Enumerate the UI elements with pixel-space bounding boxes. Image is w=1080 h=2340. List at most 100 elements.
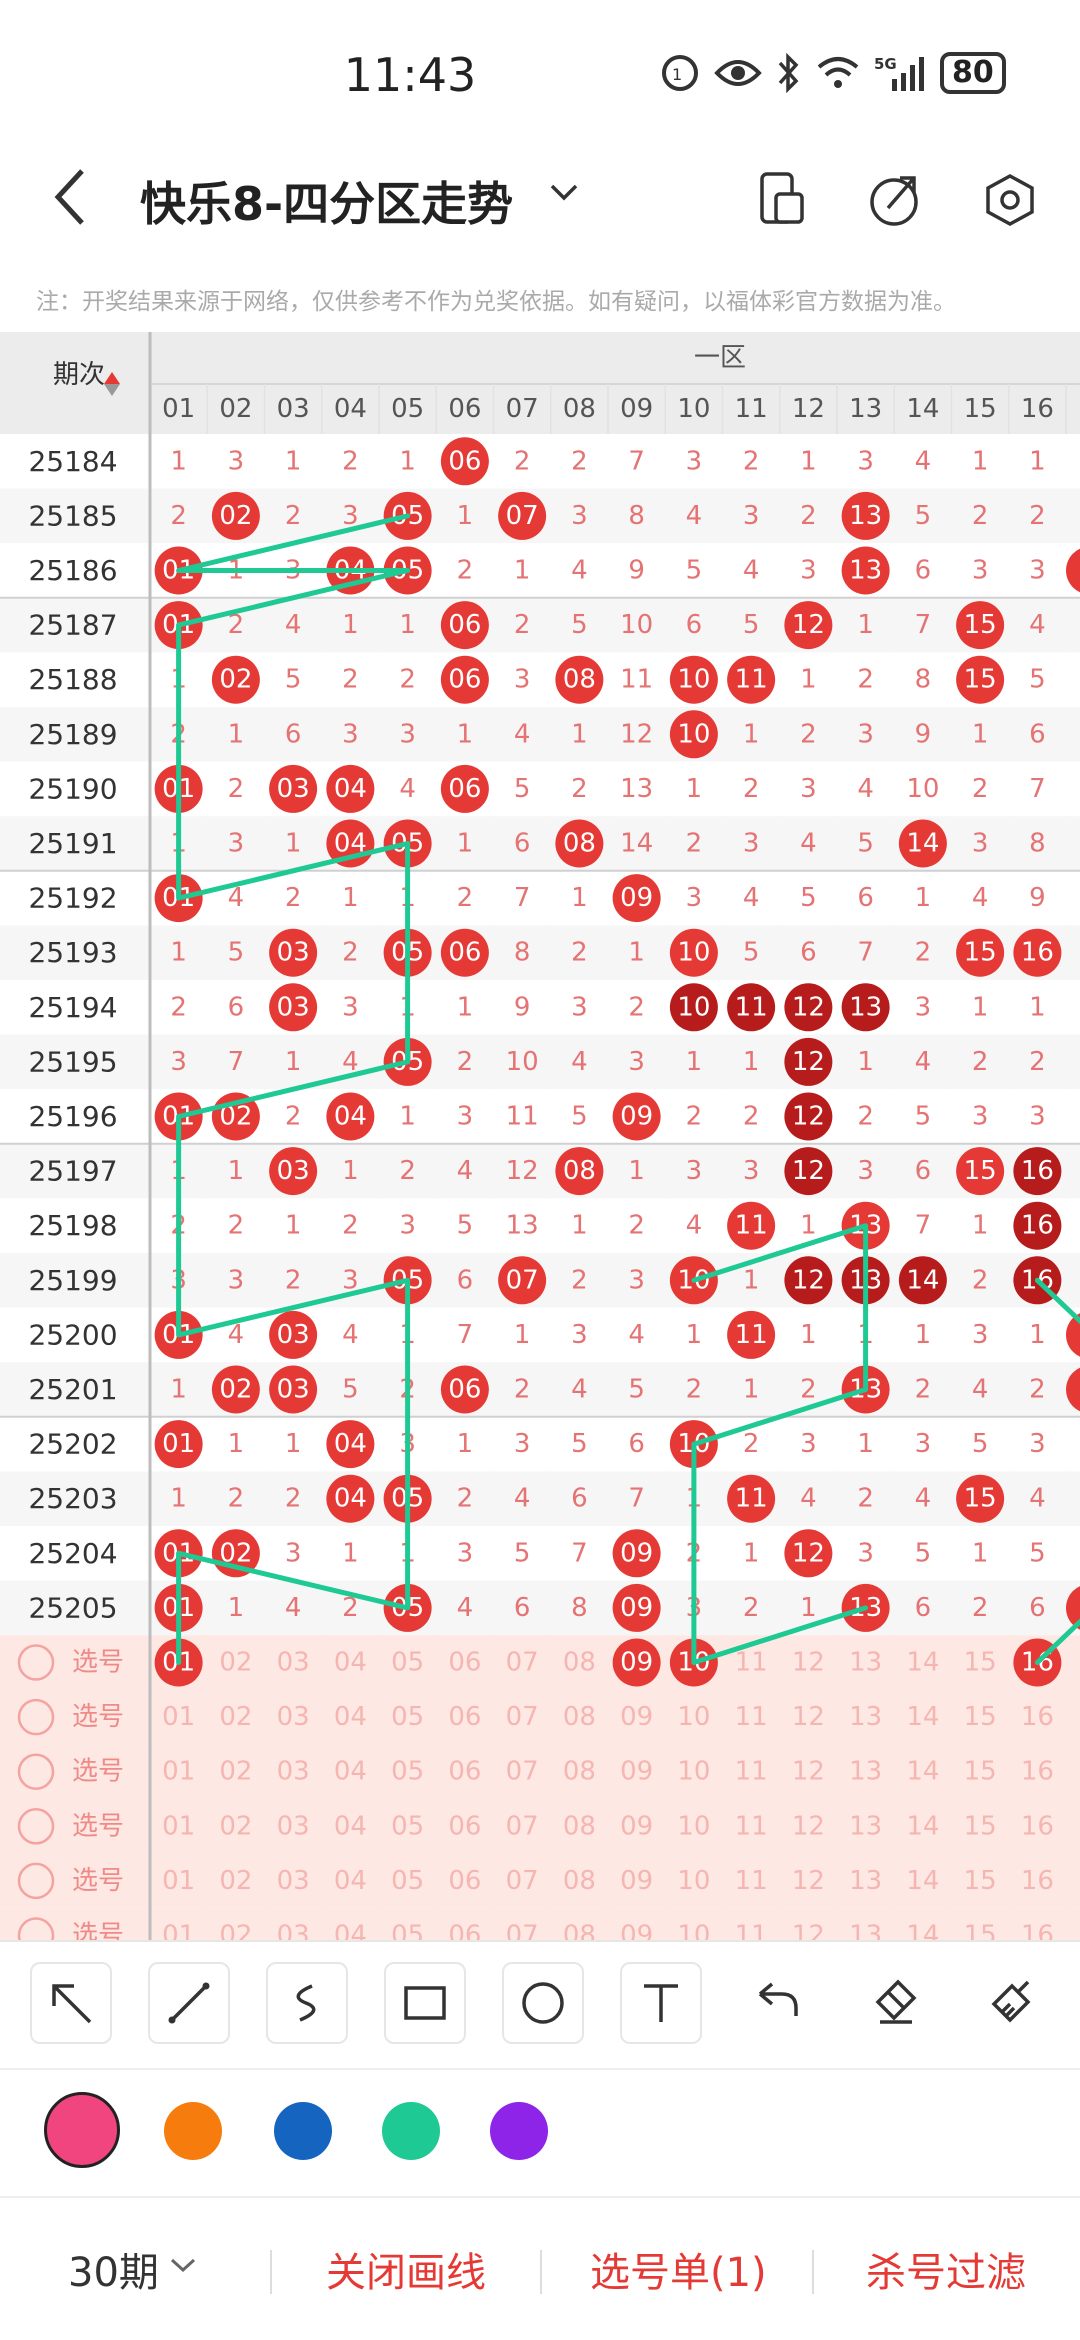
miss-value: 4 <box>571 1375 588 1405</box>
color-swatch-green[interactable] <box>382 2102 440 2160</box>
ball-number: 02 <box>219 501 252 531</box>
undo-tool[interactable] <box>738 1962 816 2040</box>
chevron-down-icon[interactable] <box>168 2254 198 2276</box>
color-swatch-purple[interactable] <box>490 2102 548 2160</box>
pick-number: 08 <box>563 1811 596 1841</box>
text-tool[interactable] <box>620 1962 702 2044</box>
curve-tool[interactable] <box>266 1962 348 2044</box>
miss-value: 4 <box>342 1320 359 1350</box>
miss-value: 3 <box>686 446 703 476</box>
miss-value: 1 <box>1029 446 1046 476</box>
back-icon[interactable] <box>50 165 90 229</box>
ball-number: 04 <box>334 1102 367 1132</box>
miss-value: 11 <box>620 665 653 695</box>
miss-value: 1 <box>972 1211 989 1241</box>
line-tool[interactable] <box>148 1962 230 2044</box>
miss-value: 2 <box>170 992 187 1022</box>
miss-value: 3 <box>857 1538 874 1568</box>
miss-value: 1 <box>972 446 989 476</box>
circle-tool[interactable] <box>502 1962 584 2044</box>
miss-value: 3 <box>686 1156 703 1186</box>
miss-value: 4 <box>1029 610 1046 640</box>
ball-number: 03 <box>277 1320 310 1350</box>
period-label: 25199 <box>28 1264 117 1297</box>
clear-tool[interactable] <box>974 1962 1052 2040</box>
ball-number: 12 <box>792 1047 825 1077</box>
miss-value: 9 <box>915 719 932 749</box>
period-selector[interactable]: 30期 <box>68 2240 159 2298</box>
pick-number: 05 <box>391 1811 424 1841</box>
miss-value: 3 <box>800 774 817 804</box>
miss-value: 1 <box>1029 1320 1046 1350</box>
number-filter-button[interactable]: 杀号过滤 <box>866 2240 1026 2298</box>
ball-number: 16 <box>1021 938 1054 968</box>
period-label: 25194 <box>28 991 117 1024</box>
status-icons: 1 5G 80 <box>660 52 1006 94</box>
pick-number: 10 <box>677 1866 710 1896</box>
arrow-tool[interactable] <box>30 1962 112 2044</box>
miss-value: 5 <box>228 938 245 968</box>
color-swatch-orange[interactable] <box>164 2102 222 2160</box>
chevron-down-icon[interactable] <box>548 180 580 204</box>
eraser-icon <box>875 1979 917 2024</box>
ball-number: 08 <box>563 1156 596 1186</box>
pick-number: 12 <box>792 1811 825 1841</box>
eye-icon <box>714 60 762 86</box>
miss-value: 2 <box>457 556 474 586</box>
ball-number: 15 <box>964 1484 997 1514</box>
share-icon[interactable] <box>868 170 924 230</box>
color-swatch-pink[interactable] <box>44 2092 120 2168</box>
miss-value: 3 <box>743 501 760 531</box>
ball-number: 13 <box>849 501 882 531</box>
miss-value: 1 <box>457 1429 474 1459</box>
page-title[interactable]: 快乐8-四分区走势 <box>140 168 513 234</box>
miss-value: 1 <box>628 1156 645 1186</box>
miss-value: 2 <box>342 665 359 695</box>
miss-value: 5 <box>743 610 760 640</box>
miss-value: 2 <box>285 1102 302 1132</box>
ball-number: 02 <box>219 665 252 695</box>
column-header: 08 <box>563 394 596 424</box>
trend-chart[interactable]: 期次一区01 02 03 04 05 06 07 08 09 10 11 12 13 14 15 162518… <box>0 332 1080 1940</box>
pick-number: 14 <box>906 1866 939 1896</box>
close-drawing-button[interactable]: 关闭画线 <box>326 2240 486 2298</box>
ball-number: 15 <box>964 665 997 695</box>
pick-number: 07 <box>506 1702 539 1732</box>
miss-value: 3 <box>228 829 245 859</box>
zone-label: 一区 <box>694 343 746 373</box>
miss-value: 2 <box>915 1375 932 1405</box>
broom-icon <box>991 1980 1031 2023</box>
color-swatch-blue[interactable] <box>274 2102 332 2160</box>
miss-value: 3 <box>743 829 760 859</box>
pick-number: 14 <box>906 1757 939 1787</box>
miss-value: 2 <box>972 501 989 531</box>
layout-icon[interactable] <box>758 170 808 230</box>
miss-value: 8 <box>915 665 932 695</box>
eraser-tool[interactable] <box>856 1962 934 2040</box>
miss-value: 6 <box>228 992 245 1022</box>
pick-number: 08 <box>563 1866 596 1896</box>
ball-number: 14 <box>906 1265 939 1295</box>
miss-value: 1 <box>342 1538 359 1568</box>
pick-number: 06 <box>448 1866 481 1896</box>
pick-number: 01 <box>162 1702 195 1732</box>
pick-list-button[interactable]: 选号单(1) <box>590 2240 767 2298</box>
pick-number: 05 <box>391 1921 424 1941</box>
miss-value: 3 <box>170 1047 187 1077</box>
miss-value: 4 <box>800 829 817 859</box>
pick-number: 09 <box>620 1921 653 1941</box>
miss-value: 6 <box>800 938 817 968</box>
pick-number: 09 <box>620 1757 653 1787</box>
rect-tool[interactable] <box>384 1962 466 2044</box>
miss-value: 5 <box>915 1538 932 1568</box>
pick-label: 选号 <box>72 1866 124 1896</box>
ball-number: 10 <box>677 938 710 968</box>
settings-icon[interactable] <box>982 170 1038 230</box>
pick-number: 01 <box>162 1866 195 1896</box>
miss-value: 3 <box>972 1320 989 1350</box>
period-label: 25192 <box>28 882 117 915</box>
pick-number: 08 <box>563 1757 596 1787</box>
pick-number: 16 <box>1021 1811 1054 1841</box>
ball-number: 06 <box>448 610 481 640</box>
pick-number: 03 <box>277 1757 310 1787</box>
